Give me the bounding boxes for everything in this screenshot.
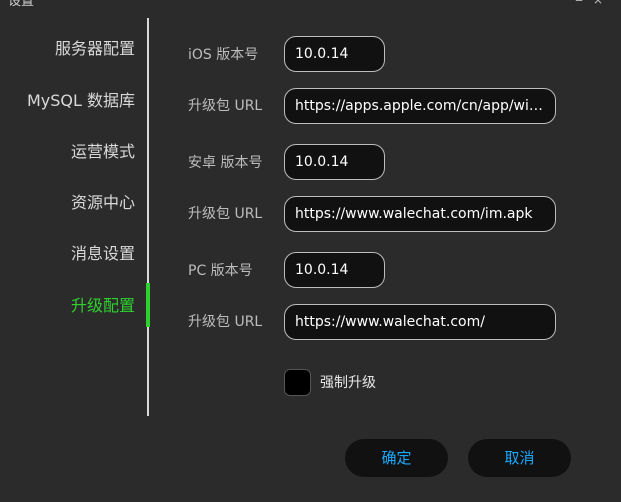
ios-url-field[interactable]: https://apps.apple.com/cn/app/wineim...	[284, 88, 556, 124]
pc-url-label: 升级包 URL	[188, 314, 263, 330]
title-bar: 设置 ‒×	[0, 0, 621, 14]
pc-version-field[interactable]: 10.0.14	[284, 252, 385, 288]
sidebar-divider	[147, 18, 149, 416]
sidebar-item-server-config[interactable]: 服务器配置	[0, 34, 135, 64]
minimize-icon[interactable]: ‒	[575, 0, 593, 7]
window-controls[interactable]: ‒×	[575, 0, 613, 7]
android-url-label: 升级包 URL	[188, 206, 263, 222]
ios-version-label: iOS 版本号	[188, 47, 259, 63]
window-title: 设置	[8, 0, 35, 9]
cancel-button[interactable]: 取消	[468, 439, 571, 477]
pc-url-field[interactable]: https://www.walechat.com/	[284, 304, 556, 340]
sidebar-item-resource-center[interactable]: 资源中心	[0, 188, 135, 218]
sidebar-item-upgrade-config[interactable]: 升级配置	[0, 291, 135, 321]
android-url-field[interactable]: https://www.walechat.com/im.apk	[284, 196, 556, 232]
force-upgrade-checkbox[interactable]	[284, 369, 311, 396]
ios-version-field[interactable]: 10.0.14	[284, 36, 385, 72]
ios-url-label: 升级包 URL	[188, 98, 263, 114]
close-icon[interactable]: ×	[593, 0, 613, 7]
sidebar-item-mysql-database[interactable]: MySQL 数据库	[0, 86, 135, 116]
ok-button[interactable]: 确定	[345, 439, 448, 477]
android-version-label: 安卓 版本号	[188, 155, 263, 171]
sidebar-item-operation-mode[interactable]: 运营模式	[0, 137, 135, 167]
android-version-field[interactable]: 10.0.14	[284, 144, 385, 180]
active-nav-indicator	[146, 283, 150, 327]
sidebar-item-message-settings[interactable]: 消息设置	[0, 239, 135, 269]
pc-version-label: PC 版本号	[188, 263, 253, 279]
force-upgrade-label[interactable]: 强制升级	[320, 373, 376, 393]
